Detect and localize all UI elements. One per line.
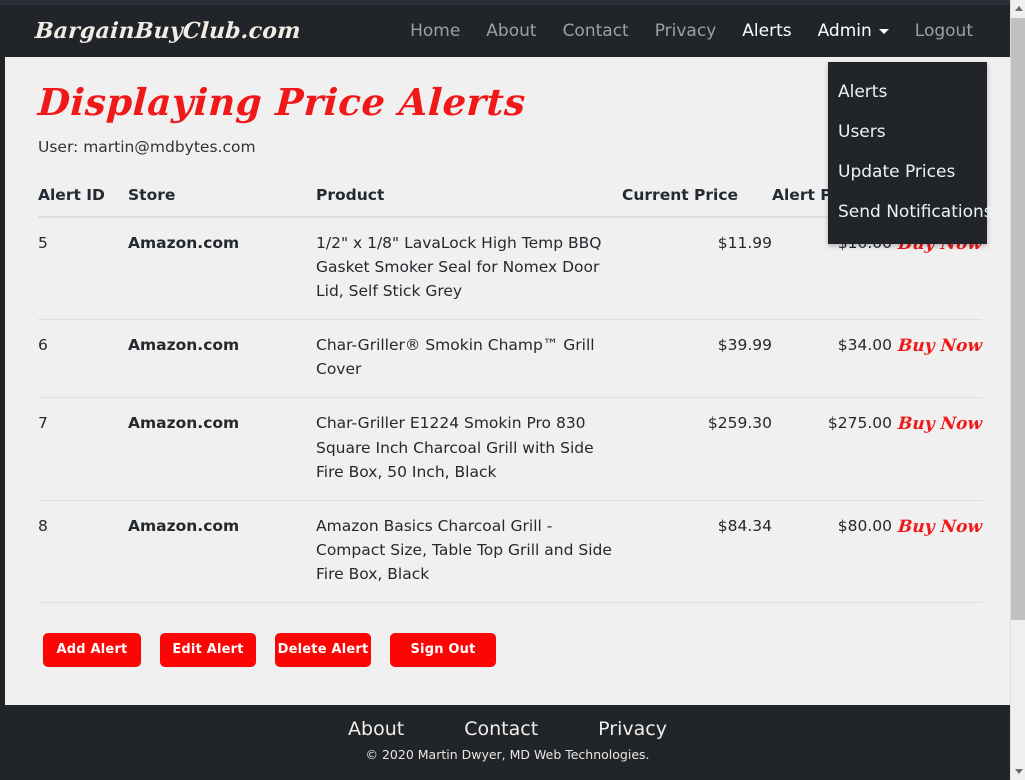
chevron-down-icon bbox=[878, 28, 889, 34]
scroll-up-arrow-icon bbox=[1014, 6, 1023, 11]
scroll-down-button[interactable] bbox=[1011, 763, 1025, 780]
add-alert-button[interactable]: Add Alert bbox=[43, 633, 141, 668]
cell-alert-price: $275.00 bbox=[827, 414, 892, 433]
table-row[interactable]: 6 Amazon.com Char-Griller® Smokin Champ™… bbox=[38, 320, 983, 398]
buy-now-link[interactable]: Buy Now bbox=[897, 333, 983, 360]
admin-dropdown-menu: Alerts Users Update Prices Send Notifica… bbox=[828, 62, 993, 244]
cell-current-price: $11.99 bbox=[717, 233, 772, 252]
browser-left-edge bbox=[0, 0, 5, 780]
column-header-product: Product bbox=[316, 185, 385, 204]
table-row[interactable]: 8 Amazon.com Amazon Basics Charcoal Gril… bbox=[38, 500, 983, 603]
cell-alert-id: 7 bbox=[38, 414, 48, 433]
scroll-down-arrow-icon bbox=[1014, 769, 1023, 774]
footer-link-contact[interactable]: Contact bbox=[464, 718, 538, 740]
nav-link-alerts[interactable]: Alerts bbox=[729, 17, 804, 45]
price-alerts-table: Alert ID Store Product Current Price Ale… bbox=[38, 185, 983, 604]
nav-dropdown-admin[interactable]: Admin bbox=[805, 17, 902, 45]
cell-product: Char-Griller® Smokin Champ™ Grill Cover bbox=[316, 336, 595, 379]
nav-link-privacy[interactable]: Privacy bbox=[642, 17, 730, 45]
table-row[interactable]: 7 Amazon.com Char-Griller E1224 Smokin P… bbox=[38, 398, 983, 501]
nav-link-contact[interactable]: Contact bbox=[550, 17, 642, 45]
cell-alert-id: 8 bbox=[38, 516, 48, 535]
cell-current-price: $39.99 bbox=[717, 336, 772, 355]
dropdown-item-update-prices[interactable]: Update Prices bbox=[828, 152, 987, 192]
footer-link-privacy[interactable]: Privacy bbox=[598, 718, 667, 740]
dropdown-item-users[interactable]: Users bbox=[828, 112, 987, 152]
vertical-scrollbar[interactable] bbox=[1010, 0, 1025, 780]
nav-admin-label: Admin bbox=[817, 21, 872, 41]
edit-alert-button[interactable]: Edit Alert bbox=[160, 633, 256, 668]
table-body: 5 Amazon.com 1/2" x 1/8" LavaLock High T… bbox=[38, 217, 983, 603]
nav-link-logout[interactable]: Logout bbox=[902, 17, 986, 45]
cell-current-price: $84.34 bbox=[717, 516, 772, 535]
column-header-store: Store bbox=[128, 185, 176, 204]
copyright-text: © 2020 Martin Dwyer, MD Web Technologies… bbox=[365, 747, 650, 762]
cell-current-price: $259.30 bbox=[707, 414, 772, 433]
dropdown-item-send-notifications[interactable]: Send Notifications bbox=[828, 192, 993, 232]
page-footer: About Contact Privacy © 2020 Martin Dwye… bbox=[5, 705, 1010, 780]
page-viewport: BargainBuyClub.com Home About Contact Pr… bbox=[5, 5, 1010, 780]
cell-store: Amazon.com bbox=[128, 233, 240, 252]
footer-links: About Contact Privacy bbox=[5, 718, 1010, 740]
cell-product: Amazon Basics Charcoal Grill - Compact S… bbox=[316, 516, 612, 584]
site-brand-logo[interactable]: BargainBuyClub.com bbox=[34, 18, 301, 44]
top-navbar: BargainBuyClub.com Home About Contact Pr… bbox=[5, 5, 1010, 57]
action-button-group: Add Alert Edit Alert Delete Alert Sign O… bbox=[38, 633, 980, 668]
nav-link-home[interactable]: Home bbox=[397, 17, 473, 45]
scrollbar-thumb[interactable] bbox=[1011, 18, 1025, 620]
delete-alert-button[interactable]: Delete Alert bbox=[275, 633, 371, 668]
scroll-up-button[interactable] bbox=[1011, 0, 1025, 17]
cell-alert-price: $34.00 bbox=[837, 336, 892, 355]
cell-alert-id: 6 bbox=[38, 336, 48, 355]
buy-now-link[interactable]: Buy Now bbox=[897, 514, 983, 541]
cell-store: Amazon.com bbox=[128, 336, 240, 355]
nav-links: Home About Contact Privacy Alerts Admin … bbox=[397, 17, 986, 45]
browser-top-edge bbox=[0, 0, 1025, 5]
dropdown-item-alerts[interactable]: Alerts bbox=[828, 72, 987, 112]
cell-alert-id: 5 bbox=[38, 233, 48, 252]
nav-link-about[interactable]: About bbox=[473, 17, 549, 45]
cell-store: Amazon.com bbox=[128, 516, 240, 535]
sign-out-button[interactable]: Sign Out bbox=[390, 633, 496, 668]
footer-link-about[interactable]: About bbox=[348, 718, 404, 740]
cell-product: 1/2" x 1/8" LavaLock High Temp BBQ Gaske… bbox=[316, 233, 602, 300]
column-header-alert-id: Alert ID bbox=[38, 185, 105, 204]
cell-store: Amazon.com bbox=[128, 414, 240, 433]
buy-now-link[interactable]: Buy Now bbox=[897, 411, 983, 438]
cell-alert-price: $80.00 bbox=[837, 516, 892, 535]
column-header-current-price: Current Price bbox=[622, 185, 739, 204]
cell-product: Char-Griller E1224 Smokin Pro 830 Square… bbox=[316, 414, 594, 481]
